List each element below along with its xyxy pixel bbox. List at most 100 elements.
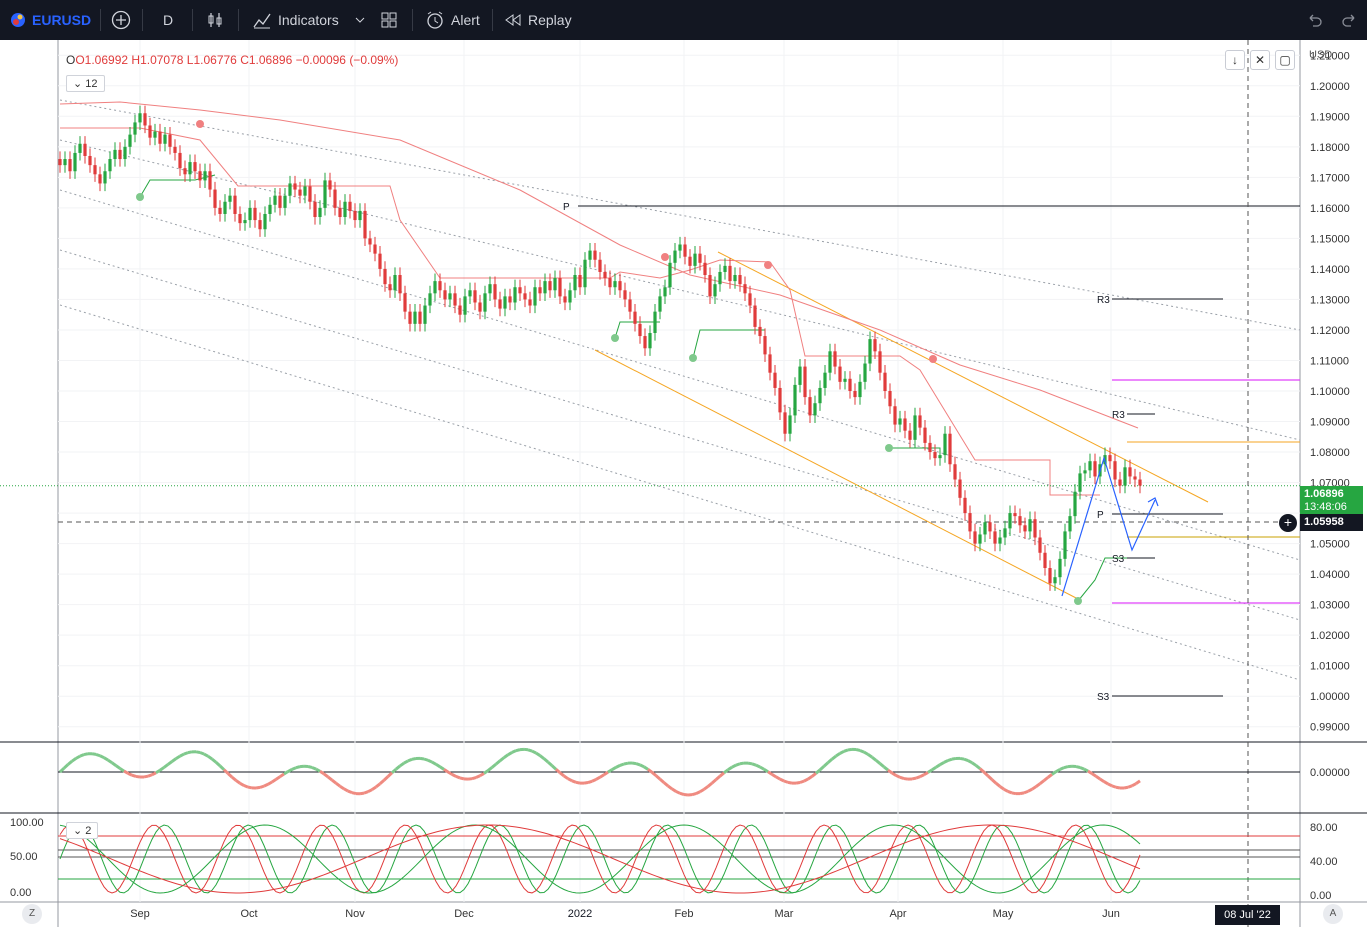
indicators-icon bbox=[253, 13, 271, 29]
osc-segment bbox=[447, 770, 453, 776]
osc-segment bbox=[359, 791, 365, 796]
candle-body bbox=[308, 186, 312, 202]
candle-body bbox=[1083, 470, 1087, 474]
osc-segment bbox=[611, 766, 617, 771]
undo-button[interactable] bbox=[1306, 0, 1322, 40]
candle-body bbox=[83, 143, 87, 156]
add-circle-icon bbox=[111, 10, 131, 30]
add-alert-plus-icon[interactable]: + bbox=[1279, 514, 1297, 532]
stoch-left-label: 100.00 bbox=[10, 817, 44, 829]
price-label: 1.03000 bbox=[1310, 600, 1350, 612]
candle-body bbox=[478, 302, 482, 312]
candle-body bbox=[1023, 525, 1027, 532]
osc-segment bbox=[1023, 789, 1029, 795]
osc-collapse-tag[interactable]: ⌄ 2 bbox=[66, 822, 99, 839]
last-price-tag: 1.06896 13:48:06 bbox=[1300, 486, 1363, 516]
candle-body bbox=[458, 305, 462, 315]
osc-segment bbox=[623, 761, 629, 766]
compare-button[interactable] bbox=[111, 0, 131, 40]
layout-button[interactable] bbox=[380, 0, 398, 40]
pivot-label-pb: P bbox=[1097, 510, 1104, 521]
candle-body bbox=[853, 391, 857, 398]
candle-body bbox=[613, 281, 617, 288]
osc-segment bbox=[459, 776, 465, 781]
legend-high: H1.07078 bbox=[131, 53, 184, 67]
osc-segment bbox=[243, 784, 249, 789]
redo-icon bbox=[1342, 14, 1355, 27]
legend-change: −0.00096 (−0.09%) bbox=[295, 53, 399, 67]
currency-label[interactable]: USD bbox=[1309, 49, 1332, 61]
maximize-pane-button[interactable]: ▢ bbox=[1275, 50, 1295, 70]
chart-canvas[interactable]: 1.210001.200001.190001.180001.170001.160… bbox=[0, 40, 1367, 927]
maximize-icon: ▢ bbox=[1279, 53, 1291, 67]
candle-body bbox=[398, 275, 402, 294]
osc-segment bbox=[967, 759, 973, 765]
candle-body bbox=[153, 131, 157, 138]
candle-body bbox=[738, 275, 742, 285]
osc-segment bbox=[675, 790, 681, 795]
undo-icon bbox=[1309, 14, 1322, 27]
alert-button[interactable]: Alert bbox=[425, 0, 480, 40]
candle-body bbox=[138, 113, 142, 123]
legend-close: C1.06896 bbox=[240, 53, 293, 67]
candle-body bbox=[998, 537, 1002, 544]
candle-body bbox=[1133, 476, 1137, 480]
candle-body bbox=[748, 293, 752, 306]
osc-segment bbox=[203, 752, 209, 758]
osc-segment bbox=[199, 751, 205, 756]
indicators-button[interactable]: Indicators bbox=[252, 0, 339, 40]
candle-body bbox=[198, 171, 202, 181]
zoom-z-button[interactable]: Z bbox=[22, 904, 42, 924]
symbol-search[interactable]: EURUSD bbox=[10, 0, 91, 40]
osc-segment bbox=[859, 749, 865, 754]
candle-body bbox=[63, 159, 67, 166]
candle-body bbox=[683, 244, 687, 257]
osc-segment bbox=[515, 748, 521, 753]
candle-body bbox=[603, 271, 607, 279]
chevron-down-icon bbox=[355, 17, 365, 23]
osc-segment bbox=[775, 775, 781, 781]
time-label: May bbox=[993, 908, 1014, 920]
auto-scale-button[interactable]: A bbox=[1323, 904, 1343, 924]
candle-body bbox=[758, 326, 762, 337]
indicator-collapse-tag[interactable]: ⌄ 12 bbox=[66, 75, 105, 92]
candle-body bbox=[318, 207, 322, 218]
chart-type-button[interactable] bbox=[206, 0, 224, 40]
stoch-left-label: 0.00 bbox=[10, 887, 31, 899]
candle-body bbox=[688, 256, 692, 266]
osc-segment bbox=[695, 790, 701, 795]
candle-body bbox=[1123, 467, 1127, 486]
price-label: 1.14000 bbox=[1310, 264, 1350, 276]
replay-button[interactable]: Replay bbox=[504, 0, 572, 40]
candle-body bbox=[848, 378, 852, 391]
redo-button[interactable] bbox=[1342, 0, 1358, 40]
osc-segment bbox=[787, 780, 793, 785]
osc-segment bbox=[95, 752, 101, 758]
price-label: 1.15000 bbox=[1310, 233, 1350, 245]
osc-segment bbox=[1107, 782, 1113, 788]
price-label: 1.02000 bbox=[1310, 630, 1350, 642]
osc-segment bbox=[187, 750, 193, 755]
candle-body bbox=[1018, 516, 1022, 526]
candle-body bbox=[258, 220, 262, 230]
candle-body bbox=[378, 253, 382, 269]
candle-body bbox=[1033, 519, 1037, 538]
candle-body bbox=[558, 278, 562, 297]
price-label: 1.08000 bbox=[1310, 447, 1350, 459]
candle-body bbox=[73, 152, 77, 172]
chart-area[interactable]: 1.21000 1.20000 1.19000 1.18000 1.17000 1.160… bbox=[0, 40, 1367, 927]
osc-segment bbox=[147, 773, 153, 778]
candle-body bbox=[833, 351, 837, 367]
candle-body bbox=[978, 534, 982, 544]
templates-dropdown[interactable] bbox=[355, 0, 365, 40]
candle-body bbox=[923, 427, 927, 443]
candle-body bbox=[668, 262, 672, 288]
scroll-down-button[interactable]: ↓ bbox=[1225, 50, 1245, 70]
supertrend-dot-red bbox=[196, 120, 204, 128]
price-label: 1.12000 bbox=[1310, 325, 1350, 337]
interval-button[interactable]: D bbox=[163, 0, 173, 40]
osc-segment bbox=[755, 763, 761, 769]
osc-segment bbox=[639, 763, 645, 769]
close-pane-button[interactable]: ✕ bbox=[1250, 50, 1270, 70]
candle-body bbox=[828, 351, 832, 373]
